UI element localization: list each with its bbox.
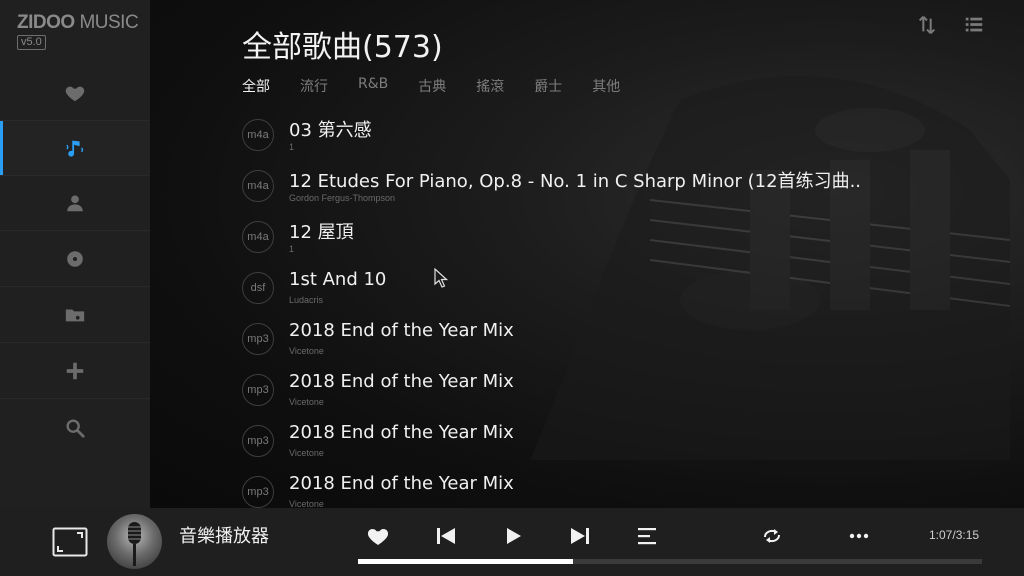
song-artist: 1 [289,244,295,254]
progress-bar[interactable] [358,559,982,564]
heart-icon [65,86,85,102]
previous-track-icon[interactable] [434,524,458,548]
format-badge: m4a [242,170,274,202]
sort-icon[interactable] [916,14,938,36]
player-bar: 音樂播放器 1:07/3:15 [0,508,1024,576]
tab-rnb[interactable]: R&B [358,76,388,96]
list-item[interactable]: dsf 1st And 10 Ludacris [242,266,942,317]
progress-fill [358,559,573,564]
app-window: ZIDOO MUSIC v5.0 全部歌曲(573) 全部 流行 R&B 古典 … [0,0,1024,576]
sidebar-item-songs[interactable] [0,121,150,176]
tab-jazz[interactable]: 爵士 [534,76,562,96]
person-icon [67,195,83,212]
song-artist: Vicetone [289,499,324,508]
playlist-icon[interactable] [635,524,659,548]
song-artist: Gordon Fergus-Thompson [289,193,396,203]
sidebar-item-artists[interactable] [0,176,150,231]
playback-time: 1:07/3:15 [929,528,980,542]
song-artist: Vicetone [289,397,324,407]
list-item[interactable]: mp3 2018 End of the Year Mix Vicetone [242,317,942,368]
repeat-icon[interactable] [760,524,784,548]
app-logo: ZIDOO MUSIC [17,12,139,34]
list-view-icon[interactable] [963,14,985,36]
format-badge: mp3 [242,323,274,355]
song-title: 03 第六感 [289,120,372,141]
disc-icon [67,251,83,267]
fullscreen-icon[interactable] [52,527,88,557]
list-item[interactable]: m4a 12 Etudes For Piano, Op.8 - No. 1 in… [242,164,942,215]
list-item[interactable]: m4a 12 屋頂 1 [242,215,942,266]
song-title: 2018 End of the Year Mix [289,473,514,494]
song-artist: 1 [289,142,295,152]
song-title: 1st And 10 [289,269,387,290]
sidebar: ZIDOO MUSIC v5.0 [0,0,150,508]
sidebar-item-search[interactable] [0,400,150,455]
sidebar-item-add[interactable] [0,344,150,399]
list-item[interactable]: mp3 2018 End of the Year Mix Vicetone [242,368,942,419]
music-note-icon [66,140,84,157]
format-badge: dsf [242,272,274,304]
page-title: 全部歌曲(573) [242,30,443,65]
tab-rock[interactable]: 搖滾 [476,76,504,96]
genre-tabs: 全部 流行 R&B 古典 搖滾 爵士 其他 [242,76,650,96]
plus-icon [66,362,84,380]
mouse-cursor-icon [434,268,448,288]
main-panel: 全部歌曲(573) 全部 流行 R&B 古典 搖滾 爵士 其他 m4a 03 第… [150,0,1024,508]
song-artist: Vicetone [289,346,324,356]
sidebar-item-folders[interactable] [0,288,150,343]
search-icon [66,418,85,438]
song-title: 2018 End of the Year Mix [289,320,514,341]
format-badge: mp3 [242,476,274,508]
song-title: 2018 End of the Year Mix [289,371,514,392]
format-badge: mp3 [242,425,274,457]
tab-all[interactable]: 全部 [242,76,270,96]
song-title: 12 Etudes For Piano, Op.8 - No. 1 in C S… [289,171,862,192]
sidebar-item-albums[interactable] [0,232,150,287]
more-options-icon[interactable] [847,524,871,548]
format-badge: mp3 [242,374,274,406]
favorite-heart-icon[interactable] [366,524,390,548]
tab-other[interactable]: 其他 [592,76,620,96]
now-playing-title: 音樂播放器 [179,526,269,547]
song-artist: Vicetone [289,448,324,458]
microphone-icon [128,522,141,566]
song-list: m4a 03 第六感 1 m4a 12 Etudes For Piano, Op… [242,113,942,508]
song-title: 2018 End of the Year Mix [289,422,514,443]
song-title: 12 屋頂 [289,222,354,243]
format-badge: m4a [242,221,274,253]
play-icon[interactable] [501,524,525,548]
folder-icon [65,309,85,322]
tab-pop[interactable]: 流行 [300,76,328,96]
next-track-icon[interactable] [568,524,592,548]
version-badge: v5.0 [17,35,46,50]
list-item[interactable]: mp3 2018 End of the Year Mix Vicetone [242,419,942,470]
tab-classical[interactable]: 古典 [418,76,446,96]
logo-sub: MUSIC [74,12,139,33]
format-badge: m4a [242,119,274,151]
list-item[interactable]: mp3 2018 End of the Year Mix Vicetone [242,470,942,508]
logo-brand: ZIDOO [17,12,75,33]
sidebar-item-favorites[interactable] [0,66,150,121]
list-item[interactable]: m4a 03 第六感 1 [242,113,942,164]
album-art[interactable] [107,514,162,569]
song-artist: Ludacris [289,295,324,305]
